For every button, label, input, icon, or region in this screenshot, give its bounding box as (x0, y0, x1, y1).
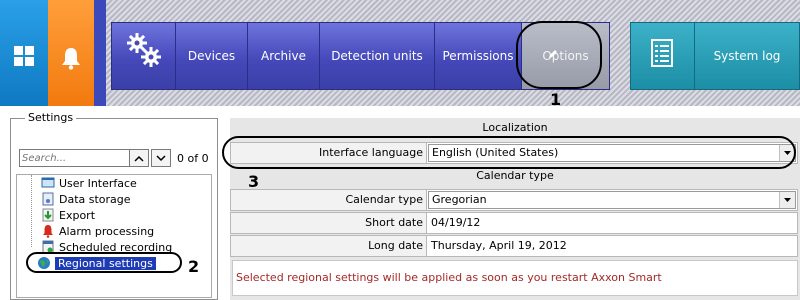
tree-item-label: Export (59, 208, 96, 222)
short-date-row: Short date 04/19/12 (230, 212, 798, 234)
marker-2: 2 (188, 257, 200, 276)
calendar-type-label: Calendar type (231, 190, 427, 210)
calendar-type-title: Calendar type (476, 169, 554, 182)
marker-3: 3 (248, 172, 260, 191)
tab-detection-units[interactable]: Detection units (320, 23, 435, 89)
user-interface-icon (41, 177, 55, 188)
system-log-group: System log (630, 22, 800, 90)
tab-devices[interactable]: Devices (176, 23, 248, 89)
tree-item-alarm-processing[interactable]: Alarm processing (41, 223, 154, 239)
tree-item-label: Alarm processing (59, 224, 155, 238)
tree-item-export[interactable]: Export (41, 207, 95, 223)
long-date-row: Long date Thursday, April 19, 2012 (230, 235, 798, 257)
match-count: 0 of 0 (177, 152, 209, 165)
restart-notice: Selected regional settings will be appli… (232, 260, 798, 296)
previous-match-button[interactable] (129, 149, 149, 167)
search-input[interactable] (19, 149, 133, 167)
regional-settings-callout (26, 252, 182, 273)
options-callout (516, 21, 602, 89)
localization-title: Localization (482, 121, 548, 134)
chevron-up-icon (134, 155, 144, 162)
short-date-label: Short date (231, 213, 427, 233)
tab-system-log[interactable]: System log (695, 23, 799, 89)
windows-icon (14, 46, 34, 69)
gears-icon (127, 33, 161, 67)
calendar-type-row: Calendar type Gregorian (230, 189, 798, 211)
system-log-icon-button[interactable] (631, 23, 695, 89)
long-date-value: Thursday, April 19, 2012 (431, 239, 567, 252)
start-tile[interactable] (0, 0, 48, 106)
long-date-label: Long date (231, 236, 427, 256)
gears-button[interactable] (112, 23, 176, 89)
tree-item-data-storage[interactable]: Data storage (41, 191, 131, 207)
tab-archive[interactable]: Archive (248, 23, 320, 89)
interface-language-callout (222, 136, 796, 169)
short-date-value: 04/19/12 (431, 216, 481, 229)
tab-permissions[interactable]: Permissions (435, 23, 522, 89)
tree-item-label: User Interface (59, 176, 137, 190)
tree-item-user-interface[interactable]: User Interface (41, 175, 137, 191)
checklist-icon (651, 39, 673, 67)
marker-1: 1 (550, 90, 562, 109)
tile-separator (94, 0, 106, 106)
settings-tree: User Interface Data storage Export Alarm… (16, 174, 212, 298)
settings-title: Settings (25, 111, 77, 124)
export-icon (42, 208, 54, 222)
dropdown-arrow-icon (779, 192, 795, 208)
tree-item-label: Data storage (59, 192, 131, 206)
chevron-down-icon (156, 154, 166, 161)
alarm-tile[interactable] (48, 0, 94, 106)
calendar-type-select[interactable]: Gregorian (428, 191, 796, 209)
top-toolbar: Devices Archive Detection units Permissi… (0, 0, 800, 106)
next-match-button[interactable] (151, 149, 171, 167)
data-storage-icon (42, 192, 54, 206)
calendar-type-value: Gregorian (432, 193, 487, 206)
bell-icon (60, 46, 82, 73)
alarm-processing-icon (43, 225, 53, 238)
